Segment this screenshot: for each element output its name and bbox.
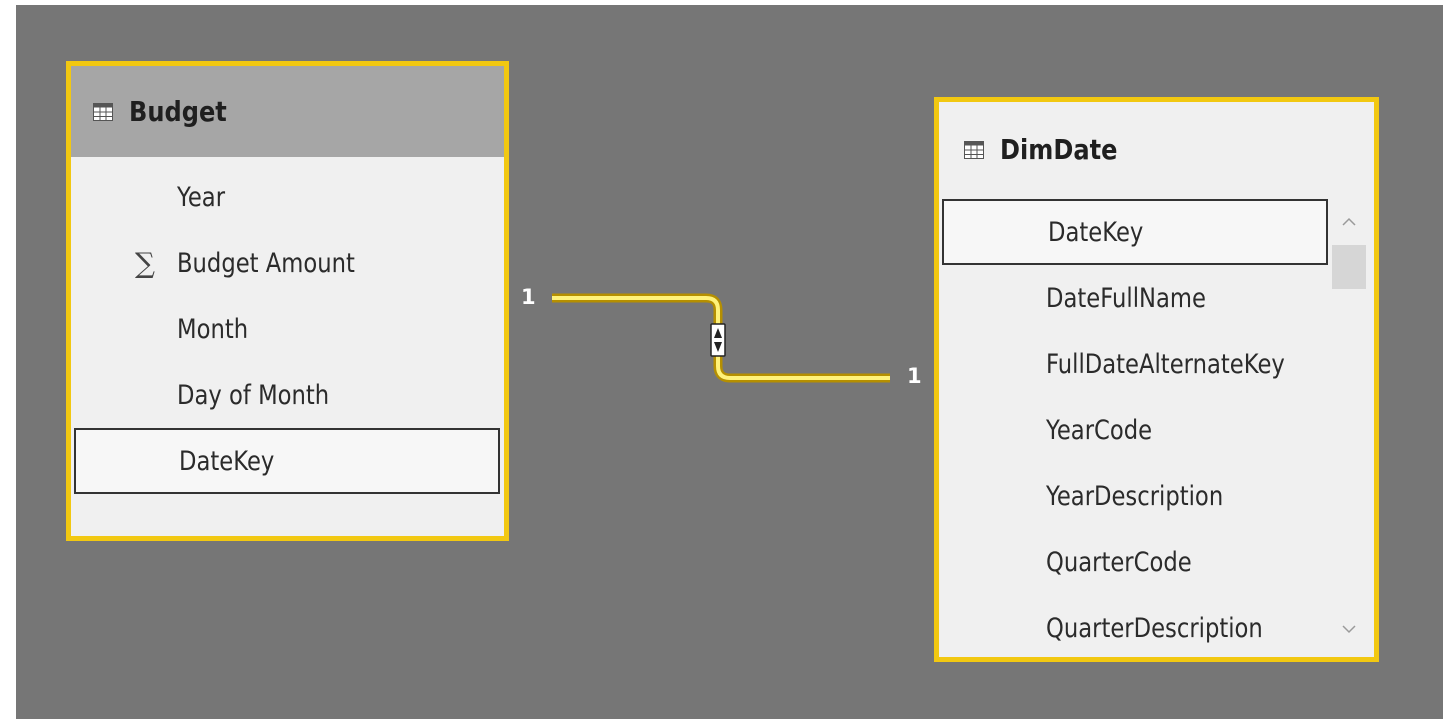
field-quarterdescription[interactable]: QuarterDescription: [939, 595, 1328, 657]
field-label: QuarterDescription: [1046, 612, 1263, 644]
field-quartercode[interactable]: QuarterCode: [939, 529, 1328, 595]
cardinality-label-to: 1: [907, 364, 922, 388]
table-header-dimdate[interactable]: DimDate: [939, 102, 1374, 197]
field-label: Month: [177, 313, 249, 345]
field-datefullname[interactable]: DateFullName: [939, 265, 1328, 331]
table-icon: [93, 102, 113, 121]
table-title: Budget: [129, 95, 227, 128]
sigma-icon: ∑: [135, 246, 155, 280]
field-label: QuarterCode: [1046, 546, 1192, 578]
scrollbar-thumb[interactable]: [1332, 245, 1366, 289]
field-month[interactable]: Month: [71, 296, 504, 362]
field-label: Year: [177, 181, 226, 213]
field-list-budget: Year ∑ Budget Amount Month Day of Month …: [71, 164, 504, 494]
field-fulldatealternatekey[interactable]: FullDateAlternateKey: [939, 331, 1328, 397]
field-label: Day of Month: [177, 379, 330, 411]
field-yeardescription[interactable]: YearDescription: [939, 463, 1328, 529]
table-card-dimdate[interactable]: DimDate DateKey DateFullName FullDateAlt…: [934, 97, 1379, 662]
field-label: YearDescription: [1046, 480, 1224, 512]
table-header-budget[interactable]: Budget: [71, 66, 504, 157]
chevron-down-icon[interactable]: [1330, 609, 1368, 649]
field-label: YearCode: [1046, 414, 1153, 446]
field-label: Budget Amount: [177, 247, 355, 279]
vertical-scrollbar[interactable]: [1330, 202, 1368, 649]
table-card-budget[interactable]: Budget Year ∑ Budget Amount Month Day of…: [66, 61, 509, 541]
field-budget-amount[interactable]: ∑ Budget Amount: [71, 230, 504, 296]
chevron-up-icon[interactable]: [1330, 202, 1368, 242]
field-list-dimdate: DateKey DateFullName FullDateAlternateKe…: [939, 199, 1328, 657]
field-label: DateKey: [179, 445, 275, 477]
field-label: FullDateAlternateKey: [1046, 348, 1285, 380]
field-datekey[interactable]: DateKey: [942, 199, 1328, 265]
field-label: DateFullName: [1046, 282, 1206, 314]
table-title: DimDate: [1000, 133, 1118, 166]
field-label: DateKey: [1048, 216, 1144, 248]
table-icon: [964, 140, 984, 159]
field-yearcode[interactable]: YearCode: [939, 397, 1328, 463]
cardinality-label-from: 1: [521, 285, 536, 309]
field-day-of-month[interactable]: Day of Month: [71, 362, 504, 428]
field-datekey[interactable]: DateKey: [74, 428, 500, 494]
field-year[interactable]: Year: [71, 164, 504, 230]
